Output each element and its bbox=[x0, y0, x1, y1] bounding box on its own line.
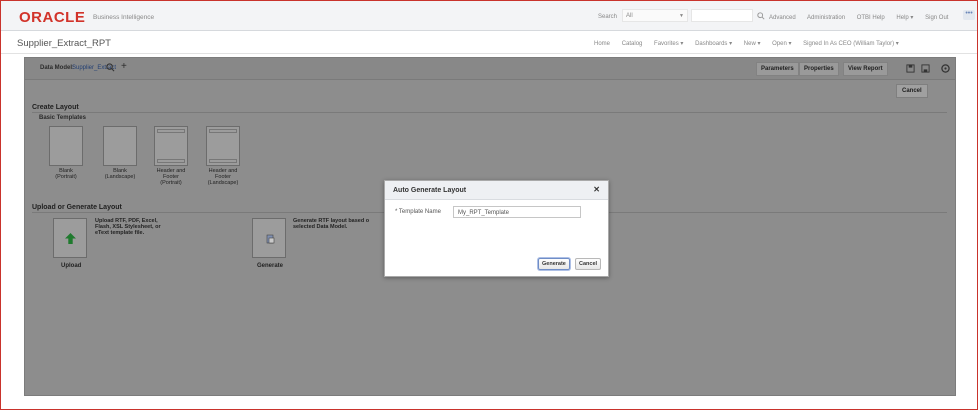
upload-description: Upload RTF, PDF, Excel, Flash, XSL Style… bbox=[95, 218, 161, 236]
chevron-down-icon: ▼ bbox=[679, 13, 684, 19]
footer-band bbox=[209, 159, 237, 163]
upload-arrow-icon bbox=[65, 233, 76, 244]
template-thumbnail bbox=[49, 126, 83, 166]
template-blank-portrait[interactable]: Blank (Portrait) bbox=[47, 126, 85, 180]
top-bar: ORACLE Business Intelligence Search All … bbox=[1, 1, 977, 31]
nav-link-signed-in-as[interactable]: Signed In As CEO (William Taylor) ▾ bbox=[803, 41, 899, 47]
top-link-otbi-help[interactable]: OTBI Help bbox=[857, 15, 885, 21]
dialog-cancel-button[interactable]: Cancel bbox=[575, 258, 602, 270]
cancel-button[interactable]: Cancel bbox=[896, 84, 928, 98]
data-model-bar: Data Model: Supplier_Extract + Parameter… bbox=[25, 58, 955, 80]
search-input[interactable] bbox=[691, 9, 753, 22]
dialog-header: Auto Generate Layout ✕ bbox=[385, 181, 608, 200]
nav-link-home[interactable]: Home bbox=[594, 41, 610, 47]
save-icon[interactable] bbox=[906, 64, 915, 73]
generate-button[interactable]: Generate bbox=[538, 258, 570, 270]
section-divider bbox=[32, 112, 947, 113]
search-icon[interactable] bbox=[757, 12, 765, 20]
generate-description: Generate RTF layout based o selected Dat… bbox=[293, 218, 370, 230]
template-caption: Blank (Portrait) bbox=[55, 168, 77, 180]
top-links: Advanced Administration OTBI Help Help ▾… bbox=[769, 14, 958, 21]
generate-tile[interactable] bbox=[252, 218, 286, 258]
nav-links: Home Catalog Favorites ▾ Dashboards ▾ Ne… bbox=[594, 40, 909, 47]
footer-band bbox=[157, 159, 185, 163]
close-icon[interactable]: ✕ bbox=[593, 185, 600, 194]
data-model-label: Data Model: bbox=[40, 65, 75, 71]
header-band bbox=[157, 129, 185, 133]
template-thumbnail bbox=[206, 126, 240, 166]
more-icon[interactable]: ••• bbox=[963, 10, 975, 20]
template-thumbnail bbox=[154, 126, 188, 166]
search-icon[interactable] bbox=[106, 63, 115, 72]
top-link-administration[interactable]: Administration bbox=[807, 15, 845, 21]
upload-tile[interactable] bbox=[53, 218, 87, 258]
top-link-sign-out[interactable]: Sign Out bbox=[925, 15, 948, 21]
nav-link-catalog[interactable]: Catalog bbox=[622, 41, 643, 47]
nav-link-open[interactable]: Open ▾ bbox=[772, 41, 791, 47]
search-scope-select[interactable]: All ▼ bbox=[622, 9, 688, 22]
top-link-help[interactable]: Help ▾ bbox=[896, 15, 913, 21]
page-title: Supplier_Extract_RPT bbox=[17, 38, 111, 49]
nav-link-favorites[interactable]: Favorites ▾ bbox=[654, 41, 683, 47]
dialog-title: Auto Generate Layout bbox=[393, 187, 467, 194]
header-band bbox=[209, 129, 237, 133]
template-thumbnail bbox=[103, 126, 137, 166]
generate-document-icon bbox=[266, 234, 275, 244]
top-link-advanced[interactable]: Advanced bbox=[769, 15, 796, 21]
basic-templates-heading: Basic Templates bbox=[39, 115, 86, 121]
template-blank-landscape[interactable]: Blank (Landscape) bbox=[101, 126, 139, 180]
search-scope-value: All bbox=[626, 13, 633, 19]
view-report-button[interactable]: View Report bbox=[843, 62, 888, 76]
nav-link-new[interactable]: New ▾ bbox=[744, 41, 761, 47]
upload-label[interactable]: Upload bbox=[61, 263, 81, 269]
template-caption: Header and Footer (Landscape) bbox=[207, 168, 239, 186]
auto-generate-layout-dialog: Auto Generate Layout ✕ * Template Name M… bbox=[384, 180, 609, 277]
properties-button[interactable]: Properties bbox=[799, 62, 839, 76]
generate-label[interactable]: Generate bbox=[257, 263, 283, 269]
create-layout-heading: Create Layout bbox=[32, 104, 79, 111]
save-as-icon[interactable] bbox=[921, 64, 930, 73]
nav-link-dashboards[interactable]: Dashboards ▾ bbox=[695, 41, 732, 47]
template-header-footer-portrait[interactable]: Header and Footer (Portrait) bbox=[152, 126, 190, 186]
add-icon[interactable]: + bbox=[121, 61, 127, 72]
upload-generate-heading: Upload or Generate Layout bbox=[32, 204, 122, 211]
help-icon[interactable] bbox=[941, 64, 950, 73]
secondary-bar: Supplier_Extract_RPT Home Catalog Favori… bbox=[1, 32, 977, 54]
template-caption: Blank (Landscape) bbox=[104, 168, 136, 180]
template-name-label: * Template Name bbox=[395, 209, 441, 215]
template-caption: Header and Footer (Portrait) bbox=[156, 168, 186, 186]
template-header-footer-landscape[interactable]: Header and Footer (Landscape) bbox=[204, 126, 242, 186]
oracle-logo: ORACLE bbox=[19, 9, 86, 26]
product-name: Business Intelligence bbox=[93, 14, 155, 21]
search-label: Search bbox=[598, 14, 618, 20]
template-name-input[interactable]: My_RPT_Template bbox=[453, 206, 581, 218]
parameters-button[interactable]: Parameters bbox=[756, 62, 799, 76]
